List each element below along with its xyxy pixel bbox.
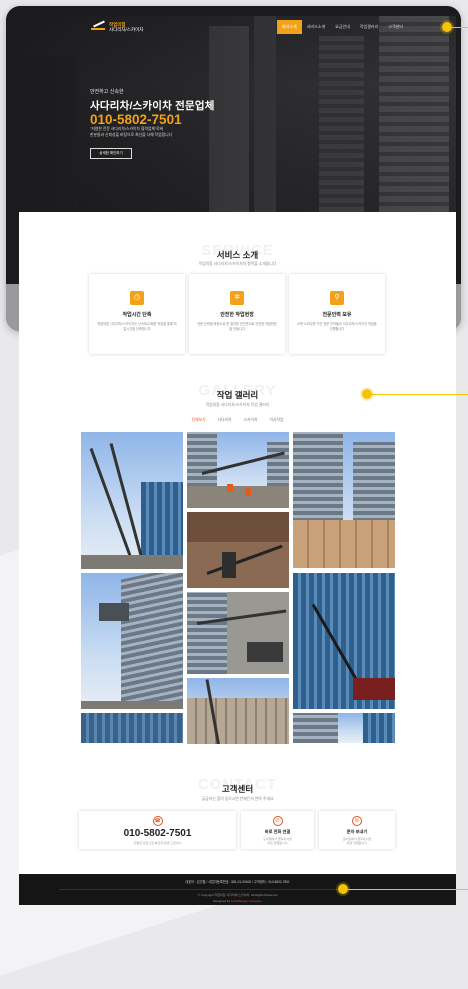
top-navigation: 작업의힘 사다리차/스카이차 회사소개 서비스소개 요금안내 작업갤러리 고객센…: [19, 16, 456, 38]
footer-designed-by: Designed by SmithDesign Company: [19, 899, 456, 903]
gallery-photo[interactable]: [187, 432, 289, 508]
envelope-icon: ✉: [352, 816, 362, 826]
hero-description: "저렴한 전문 사다리차/스카이차 협력업체"로써 한분들과 신뢰성을 바탕으로…: [90, 127, 230, 138]
tab-all[interactable]: 전체보기: [192, 418, 206, 423]
contact-title: 고객센터: [221, 784, 254, 794]
gallery-photo[interactable]: [187, 678, 289, 744]
ladder-truck-icon: [91, 20, 105, 32]
callout-line: [372, 394, 468, 395]
call-card[interactable]: ✆ 바로 전화 연결 모바일에서 클릭하시면 바로 연결됩니다: [241, 811, 314, 849]
gear-icon: ✲: [230, 291, 244, 305]
service-title: 작업시간 단축: [122, 312, 152, 318]
footer-copyright: © Copyright 작업의힘 사다리차/스카이차. All Rights R…: [197, 893, 278, 897]
service-title: 안전한 작업현장: [220, 312, 254, 318]
hero-detail-button[interactable]: 상세한 확인하기: [90, 148, 132, 159]
gallery-filter-tabs: 전체보기 사다리차 스카이차 이사작업: [19, 418, 456, 423]
sms-card[interactable]: ✉ 문자 보내기 모바일에서 클릭하시면 바로 연결됩니다: [319, 811, 395, 849]
services-title: 서비스 소개: [216, 250, 259, 260]
menu-item-gallery[interactable]: 작업갤러리: [355, 20, 383, 34]
clock-icon: ◷: [130, 291, 144, 305]
gallery-photo[interactable]: [293, 573, 395, 709]
menu-item-services[interactable]: 서비스소개: [302, 20, 330, 34]
website-page: 작업의힘 사다리차/스카이차 회사소개 서비스소개 요금안내 작업갤러리 고객센…: [19, 16, 456, 905]
designed-by-label: Designed by: [213, 899, 231, 903]
hero-title: 사다리차/스카이차 전문업체: [90, 100, 215, 112]
call-desc: 모바일에서 클릭하시면 바로 연결됩니다: [241, 837, 314, 845]
phone-icon: ✆: [272, 816, 283, 826]
contact-phone: 010-5802-7501: [123, 828, 192, 839]
tab-ladder-truck[interactable]: 사다리차: [218, 418, 232, 423]
hero-phone[interactable]: 010-5802-7501: [90, 112, 182, 127]
call-title: 바로 전화 연결: [264, 829, 291, 834]
service-card[interactable]: ◷ 작업시간 단축 작업의힘 사다리차/스카이차는 신속하고 빠른 작업을 통해…: [89, 274, 185, 354]
service-desc: 전문 인력을 바탕으로 한 철저한 안전관리로 안전한 작업현장을 만듭니다: [197, 322, 277, 331]
gallery-photo[interactable]: [293, 713, 395, 743]
callout-line: [452, 27, 468, 28]
menu-item-pricing[interactable]: 요금안내: [330, 20, 355, 34]
headset-icon: ☎: [152, 816, 163, 826]
service-card[interactable]: ✲ 안전한 작업현장 전문 인력을 바탕으로 한 철저한 안전관리로 안전한 작…: [189, 274, 285, 354]
services-subtitle: 작업의힘 사다리차/스카이차의 항목을 소개합니다: [198, 262, 277, 266]
tab-sky-truck[interactable]: 스카이차: [244, 418, 258, 423]
service-title: 전문인력 보유: [322, 312, 352, 318]
callout-marker: [338, 884, 348, 894]
contact-phone-card[interactable]: ☎ 010-5802-7501 친절한 상담으로 빠르게 답변 드립니다: [79, 811, 236, 849]
menu-item-company[interactable]: 회사소개: [277, 20, 302, 34]
gallery-photo[interactable]: [81, 432, 183, 569]
service-desc: 작업의힘 사다리차/스카이차는 신속하고 빠른 작업을 통해 작업시간을 단축합…: [97, 322, 177, 331]
service-card[interactable]: ⚲ 전문인력 보유 오랜 노하우를 가진 전문 인력들이 사다리차/스카이차 작…: [289, 274, 385, 354]
site-logo[interactable]: 작업의힘 사다리차/스카이차: [91, 20, 143, 32]
sms-desc-line-2: 바로 연결됩니다: [346, 841, 368, 845]
main-menu: 회사소개 서비스소개 요금안내 작업갤러리 고객센터: [277, 20, 408, 34]
gallery-title: 작업 갤러리: [216, 390, 259, 400]
hero-overlay: [19, 16, 456, 212]
gallery-photo[interactable]: [187, 592, 289, 674]
tab-moving[interactable]: 이사작업: [269, 418, 283, 423]
gallery-subtitle: 작업의힘 사다리차/스카이차 작업 갤러리: [205, 403, 270, 407]
search-icon: ⚲: [330, 291, 344, 305]
hero-kicker: 안전하고 신속한: [90, 89, 124, 95]
contact-phone-desc: 친절한 상담으로 빠르게 답변 드립니다: [133, 841, 182, 845]
gallery-photo[interactable]: [187, 512, 289, 588]
menu-item-contact[interactable]: 고객센터: [383, 20, 408, 34]
hero-desc-line-2: 한분들과 신뢰성을 바탕으로 최선을 다해 작업합니다: [90, 132, 173, 137]
service-desc: 오랜 노하우를 가진 전문 인력들이 사다리차/스카이차 작업을 진행합니다: [297, 322, 377, 331]
gallery-photo[interactable]: [81, 713, 183, 743]
logo-text: 작업의힘 사다리차/스카이차: [109, 22, 143, 32]
callout-marker: [362, 389, 372, 399]
callout-marker: [442, 22, 452, 32]
contact-subtitle: 궁금하신 점이 있으시면 언제든지 연락 주세요: [201, 797, 274, 801]
sms-title: 문자 보내기: [346, 829, 368, 834]
logo-line-2: 사다리차/스카이차: [109, 27, 144, 32]
callout-line: [348, 889, 468, 890]
sms-desc: 모바일에서 클릭하시면 바로 연결됩니다: [319, 837, 395, 845]
footer-business-info: 대표자 : 김인철 / 사업자등록번호 : 581-01-00000 / 고객센…: [185, 880, 290, 884]
hero-section: 작업의힘 사다리차/스카이차 회사소개 서비스소개 요금안내 작업갤러리 고객센…: [19, 16, 456, 212]
designed-by-link[interactable]: SmithDesign Company: [231, 899, 262, 903]
gallery-photo[interactable]: [293, 432, 395, 568]
gallery-photo[interactable]: [81, 573, 183, 709]
call-desc-line-2: 바로 연결됩니다: [267, 841, 288, 845]
